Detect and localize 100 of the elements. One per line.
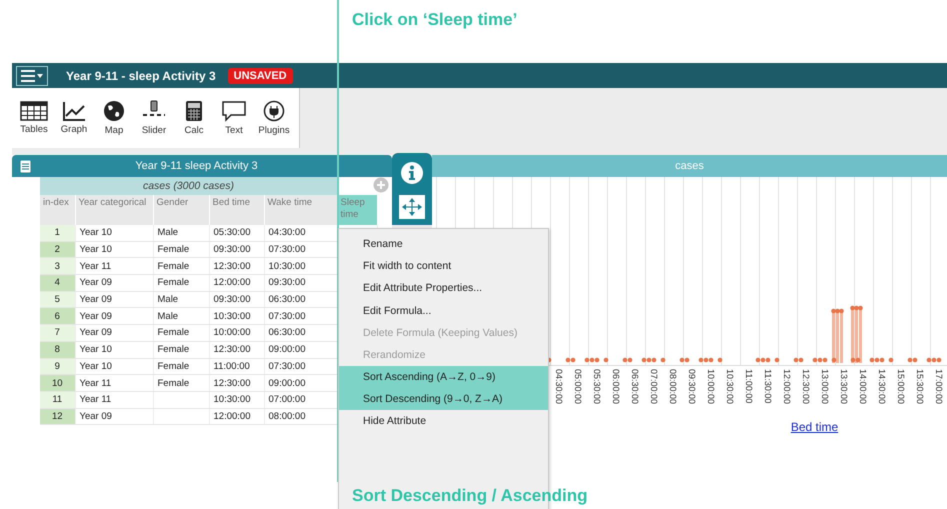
table-cell: Female (153, 374, 209, 392)
axis-tick-label: 15:00:00 (895, 368, 906, 406)
data-point (718, 358, 722, 362)
table-cell: 07:30:00 (264, 308, 337, 325)
row-index: 10 (40, 374, 75, 392)
table-cell: Year 09 (75, 291, 153, 308)
table-cell: Year 10 (75, 358, 153, 375)
table-cell (153, 391, 209, 408)
table-title: Year 9-11 sleep Activity 3 (134, 160, 259, 172)
row-index: 4 (40, 274, 75, 292)
menu-item[interactable]: Hide Attribute (339, 410, 548, 432)
table-cell: 12:30:00 (209, 258, 264, 275)
axis-tick-label: 09:30:00 (686, 368, 697, 406)
row-index: 8 (40, 341, 75, 358)
toolbar-button[interactable]: Plugins (254, 92, 294, 144)
row-index: 11 (40, 391, 75, 408)
menu-item[interactable]: Fit width to content (339, 255, 548, 278)
data-point (888, 358, 894, 362)
data-point (604, 358, 608, 362)
table-cell: 10:30:00 (209, 308, 264, 325)
annotation-caption: Sort Descending / Ascending (352, 486, 588, 505)
table-cell: 12:30:00 (209, 374, 264, 392)
table-cell: Female (153, 358, 209, 375)
menu-item[interactable]: Sort Ascending (A→Z, 0→9) (339, 366, 548, 388)
table-cell: 12:30:00 (209, 341, 264, 358)
axis-tick-label: 05:00:00 (572, 368, 583, 406)
menu-icon (20, 70, 44, 82)
axis-tick-label: 07:00:00 (648, 368, 659, 406)
table-cell: 09:30:00 (209, 241, 264, 258)
menu-item[interactable]: Edit Formula... (339, 300, 548, 322)
table-cell: Year 10 (75, 341, 153, 358)
row-index: 7 (40, 324, 75, 342)
table-cell: Male (153, 225, 209, 242)
unsaved-badge: UNSAVED (228, 68, 293, 84)
menu-button[interactable] (16, 66, 48, 86)
table-icon (20, 101, 48, 121)
table-cell: 09:00:00 (264, 341, 337, 358)
table-cell: 07:30:00 (264, 241, 337, 258)
column-header[interactable]: Wake time (264, 195, 337, 225)
table-cell: 09:30:00 (209, 291, 264, 308)
column-header[interactable]: Bed time (209, 195, 264, 225)
table-cell: Year 10 (75, 225, 153, 242)
table-cell: Male (153, 308, 209, 325)
data-point (774, 358, 780, 362)
column-header[interactable]: in-dex (40, 195, 75, 225)
column-header[interactable]: Year categorical (75, 195, 153, 225)
data-point (832, 358, 836, 362)
table-cell (153, 408, 209, 425)
axis-tick-label: 15:30:00 (914, 368, 925, 406)
table-cell: 06:30:00 (264, 324, 337, 342)
row-index: 9 (40, 358, 75, 375)
move-icon[interactable] (399, 195, 425, 219)
axis-tick-label: 13:30:00 (838, 368, 849, 406)
table-cell: Year 11 (75, 374, 153, 392)
line-chart-icon (62, 101, 86, 121)
row-index: 5 (40, 291, 75, 308)
axis-tick-label: 14:00:00 (857, 368, 868, 406)
table-cell: Female (153, 274, 209, 292)
collection-title: cases (3000 cases) (142, 180, 234, 192)
menu-item[interactable]: Sort Descending (9→0, Z→A) (339, 388, 548, 410)
table-cell: 06:30:00 (264, 291, 337, 308)
axis-label-link[interactable]: Bed time (790, 420, 838, 434)
table-cell: 07:30:00 (264, 358, 337, 375)
column-header[interactable]: Gender (153, 195, 209, 225)
axis-tick-label: 06:30:00 (629, 368, 640, 406)
table-cell: 08:00:00 (264, 408, 337, 425)
table-cell: Year 11 (75, 258, 153, 275)
toolbar-button[interactable]: Graph (54, 92, 94, 144)
table-icon (20, 160, 31, 172)
toolbar-button[interactable]: Text (214, 92, 254, 144)
axis-tick-label: 05:30:00 (591, 368, 602, 406)
table-cell: Year 09 (75, 408, 153, 425)
table-cell: 10:00:00 (209, 324, 264, 342)
row-index: 6 (40, 308, 75, 325)
table-cell: 09:30:00 (264, 274, 337, 292)
table-cell: Female (153, 241, 209, 258)
menu-item[interactable]: Edit Attribute Properties... (339, 277, 548, 300)
data-point (660, 358, 666, 362)
toolbar-button[interactable]: Calc (174, 92, 214, 144)
axis-tick-label: 12:00:00 (781, 368, 792, 406)
axis-tick-label: 04:30:00 (553, 368, 564, 406)
axis-tick-label: 10:30:00 (724, 368, 735, 406)
axis-tick-label: 11:00:00 (743, 368, 754, 406)
table-cell: Year 11 (75, 391, 153, 408)
toolbar-button[interactable]: Slider (134, 92, 174, 144)
globe-icon (103, 100, 125, 122)
toolbar-button[interactable]: Map (94, 92, 134, 144)
info-icon[interactable] (400, 161, 424, 185)
toolbar-button[interactable]: Tables (14, 92, 54, 144)
table-cell: Female (153, 258, 209, 275)
row-index: 12 (40, 408, 75, 425)
axis-tick-label: 14:30:00 (876, 368, 887, 406)
plug-icon (263, 100, 285, 122)
table-cell: Year 09 (75, 324, 153, 342)
axis-tick-label: 11:30:00 (762, 368, 773, 406)
axis-tick-label: 06:00:00 (610, 368, 621, 406)
table-cell: 10:30:00 (264, 258, 337, 275)
graph-title: cases (675, 160, 704, 172)
row-index: 2 (40, 241, 75, 258)
menu-item[interactable]: Rename (339, 233, 548, 255)
